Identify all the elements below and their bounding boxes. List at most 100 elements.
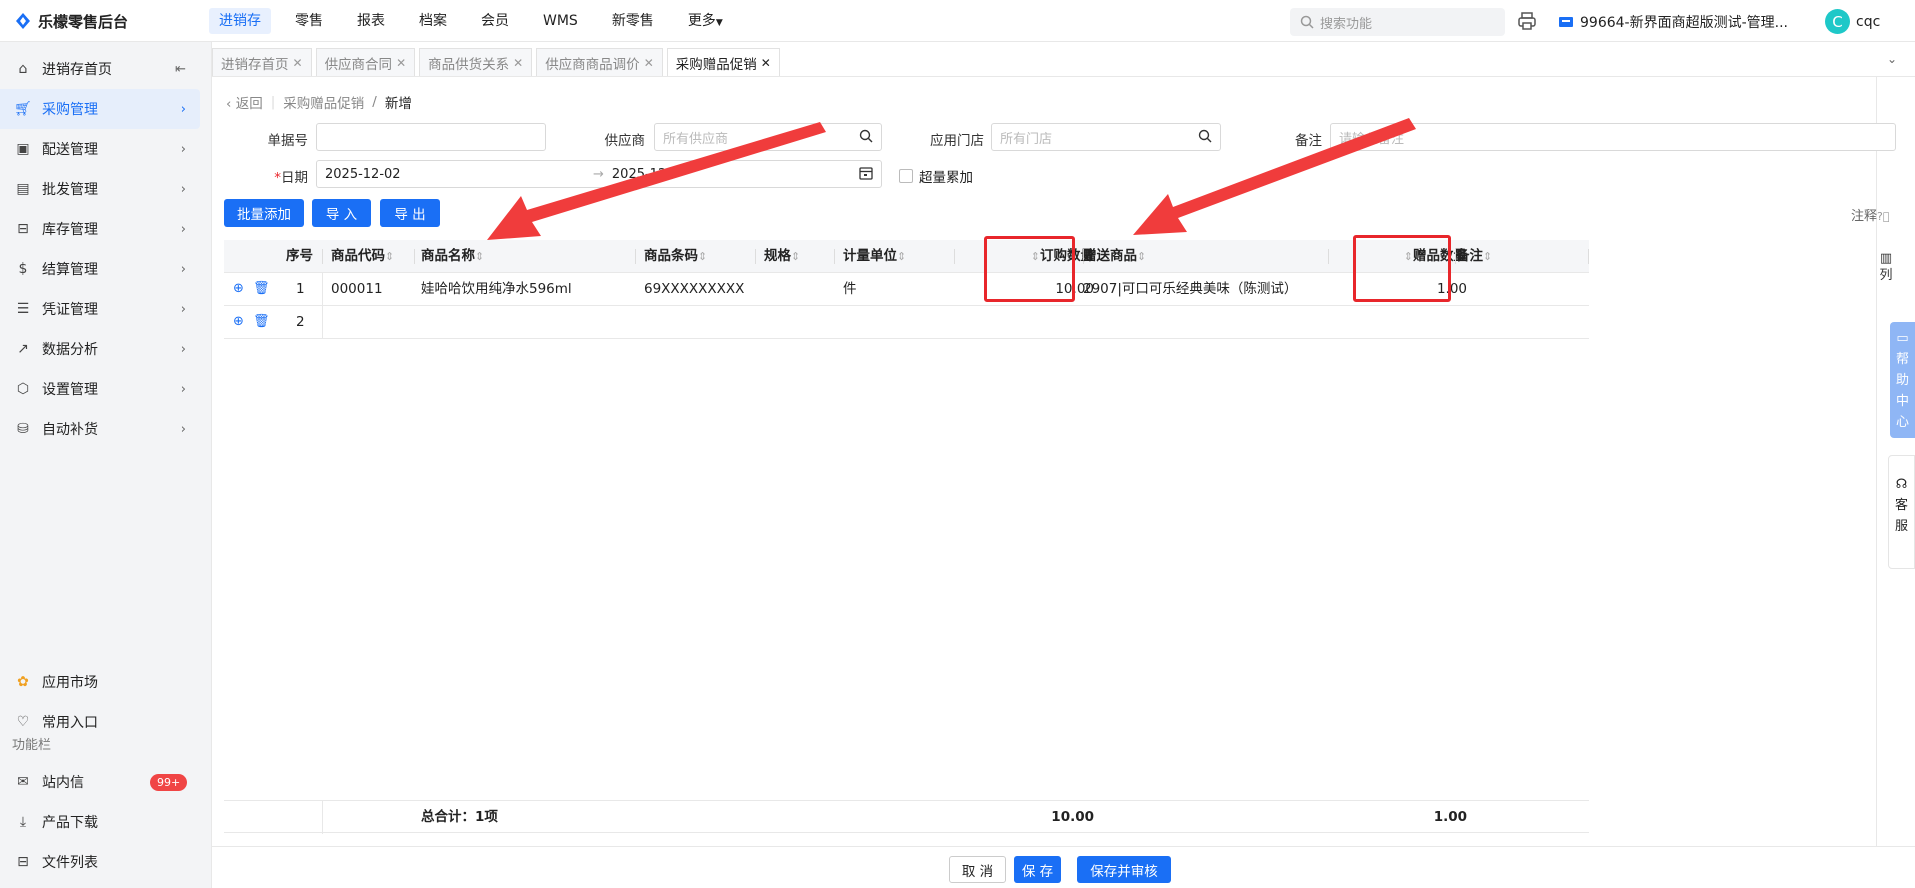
sidebar-item-label: 文件列表 xyxy=(42,855,98,871)
tab-inventory-home[interactable]: 进销存首页 ✕ xyxy=(212,48,312,76)
col-code[interactable]: 商品代码⇕ xyxy=(331,240,394,273)
col-unit[interactable]: 计量单位⇕ xyxy=(843,240,906,273)
save-button[interactable]: 保 存 xyxy=(1014,856,1061,883)
export-button[interactable]: 导 出 xyxy=(380,199,440,227)
chevron-right-icon: › xyxy=(180,301,186,317)
add-row-icon[interactable]: ⊕ xyxy=(233,315,247,329)
sidebar-item-messages[interactable]: ✉ 站内信 99+ xyxy=(0,762,200,802)
sidebar-item-label: 常用入口 xyxy=(42,715,98,731)
col-barcode[interactable]: 商品条码⇕ xyxy=(644,240,707,273)
date-start[interactable]: 2025-12-02 xyxy=(325,167,585,182)
sidebar-item-file-list[interactable]: ⊟ 文件列表 xyxy=(0,842,200,882)
search-icon xyxy=(1300,15,1314,29)
supplier-input[interactable]: 所有供应商 xyxy=(654,123,882,151)
search-icon[interactable] xyxy=(1198,129,1212,147)
save-and-audit-button[interactable]: 保存并审核 xyxy=(1077,856,1171,883)
back-label: 返回 xyxy=(235,96,263,112)
cell-code[interactable]: 000011 xyxy=(331,273,383,306)
cell-unit[interactable]: 件 xyxy=(843,273,857,306)
sort-icon: ⇕ xyxy=(791,250,801,263)
nav-item-more[interactable]: 更多▼ xyxy=(678,8,733,34)
close-icon[interactable]: ✕ xyxy=(293,56,303,70)
collapse-icon[interactable]: ⇤ xyxy=(175,62,186,77)
sidebar-item-purchase[interactable]: 🛒︎ 采购管理 › xyxy=(0,89,200,129)
cell-name[interactable]: 娃哈哈饮用纯净水596ml xyxy=(421,273,572,306)
close-icon[interactable]: ✕ xyxy=(644,56,654,70)
batch-add-button[interactable]: 批量添加 xyxy=(224,199,304,227)
tab-supplier-price[interactable]: 供应商商品调价 ✕ xyxy=(536,48,663,76)
kefu-char: 客 xyxy=(1894,498,1908,513)
main-nav: 进销存 零售 报表 档案 会员 WMS 新零售 更多▼ xyxy=(209,8,733,34)
user-menu[interactable]: C cqc xyxy=(1825,9,1880,34)
store-selector[interactable]: 99664-新界面商超版测试-管理... xyxy=(1558,12,1788,32)
date-end[interactable]: 2025-12 xyxy=(612,167,666,182)
tab-supplier-contract[interactable]: 供应商合同 ✕ xyxy=(315,48,416,76)
sidebar-item-voucher[interactable]: ☰ 凭证管理 › xyxy=(0,289,200,329)
sidebar-item-label: 采购管理 xyxy=(42,102,98,118)
close-icon[interactable]: ✕ xyxy=(761,56,771,70)
col-divider xyxy=(322,249,323,264)
sidebar-item-label: 凭证管理 xyxy=(42,302,98,318)
tabs-dropdown-icon[interactable]: ⌄ xyxy=(1887,52,1897,66)
nav-item-inventory[interactable]: 进销存 xyxy=(209,8,271,34)
nav-item-retail[interactable]: 零售 xyxy=(285,8,333,34)
col-spec[interactable]: 规格⇕ xyxy=(764,240,800,273)
sidebar-item-analytics[interactable]: ↗ 数据分析 › xyxy=(0,329,200,369)
cancel-button[interactable]: 取 消 xyxy=(949,856,1006,883)
import-button[interactable]: 导 入 xyxy=(312,199,371,227)
close-icon[interactable]: ✕ xyxy=(513,56,523,70)
help-center[interactable]: ▭ 帮 助 中 心 xyxy=(1890,322,1915,438)
sidebar-item-inventory-home[interactable]: ⌂ 进销存首页 ⇤ xyxy=(0,49,200,89)
nav-item-archive[interactable]: 档案 xyxy=(409,8,457,34)
col-gift[interactable]: 赠送商品⇕ xyxy=(1083,240,1146,273)
cart-icon: 🛒︎ xyxy=(14,101,32,117)
delete-icon[interactable]: 🗑︎ xyxy=(253,315,270,329)
nav-item-member[interactable]: 会员 xyxy=(471,8,519,34)
cell-gift[interactable]: 2907|可口可乐经典美味（陈测试） xyxy=(1083,273,1297,306)
bottom-action-bar: 取 消 保 存 保存并审核 xyxy=(212,846,1915,888)
back-link[interactable]: ‹ 返回 xyxy=(226,92,263,112)
search-icon[interactable] xyxy=(859,129,873,147)
sidebar-item-delivery[interactable]: ▣ 配送管理 › xyxy=(0,129,200,169)
sidebar-item-wholesale[interactable]: ▤ 批发管理 › xyxy=(0,169,200,209)
doc-no-input[interactable] xyxy=(316,123,546,151)
tab-purchase-gift-promo[interactable]: 采购赠品促销 ✕ xyxy=(666,48,780,76)
sidebar-item-restock[interactable]: ⛁ 自动补货 › xyxy=(0,409,200,449)
cell-barcode[interactable]: 69XXXXXXXXX xyxy=(644,273,744,306)
annotation-link[interactable]: 注释?⃝ xyxy=(1851,205,1889,224)
table-row[interactable]: ⊕ 🗑︎ 2 xyxy=(224,306,1589,339)
over-accumulate-checkbox[interactable]: 超量累加 xyxy=(899,166,973,186)
search-input[interactable]: 搜索功能 xyxy=(1290,8,1505,36)
sidebar-item-downloads[interactable]: ⤓ 产品下载 xyxy=(0,802,200,842)
sidebar-item-settlement[interactable]: $ 结算管理 › xyxy=(0,249,200,289)
close-icon[interactable]: ✕ xyxy=(396,56,406,70)
column-settings[interactable]: ▥ 列 xyxy=(1875,250,1897,284)
col-name[interactable]: 商品名称⇕ xyxy=(421,240,484,273)
sidebar-item-app-market[interactable]: ✿ 应用市场 xyxy=(0,662,200,702)
sidebar-item-label: 批发管理 xyxy=(42,182,98,198)
remark-input[interactable]: 请输入备注 xyxy=(1330,123,1896,151)
tabs-divider xyxy=(212,76,1915,77)
col-name-label: 商品名称 xyxy=(421,248,475,264)
nav-item-report[interactable]: 报表 xyxy=(347,8,395,34)
sidebar-item-settings[interactable]: ⬡ 设置管理 › xyxy=(0,369,200,409)
store-input[interactable]: 所有门店 xyxy=(991,123,1221,151)
col-divider xyxy=(755,249,756,264)
add-row-icon[interactable]: ⊕ xyxy=(233,282,247,296)
breadcrumb-parent[interactable]: 采购赠品促销 xyxy=(283,92,364,112)
col-code-label: 商品代码 xyxy=(331,248,385,264)
row-divider xyxy=(322,306,323,339)
app-logo[interactable]: 乐檬零售后台 xyxy=(14,11,128,31)
date-range-picker[interactable]: 2025-12-02 → 2025-12 xyxy=(316,160,882,188)
question-icon: ?⃝ xyxy=(1877,210,1890,223)
sidebar-item-stock[interactable]: ⊟ 库存管理 › xyxy=(0,209,200,249)
cell-seq: 1 xyxy=(296,281,305,297)
calendar-icon[interactable] xyxy=(859,166,873,184)
nav-item-new-retail[interactable]: 新零售 xyxy=(602,8,664,34)
col-remark[interactable]: 备注⇕ xyxy=(1456,240,1492,273)
nav-item-wms[interactable]: WMS xyxy=(533,8,588,34)
delete-icon[interactable]: 🗑︎ xyxy=(253,282,270,296)
tab-supply-relation[interactable]: 商品供货关系 ✕ xyxy=(419,48,533,76)
printer-icon[interactable] xyxy=(1517,11,1537,35)
customer-service[interactable]: ☊ 客 服 xyxy=(1888,455,1915,569)
